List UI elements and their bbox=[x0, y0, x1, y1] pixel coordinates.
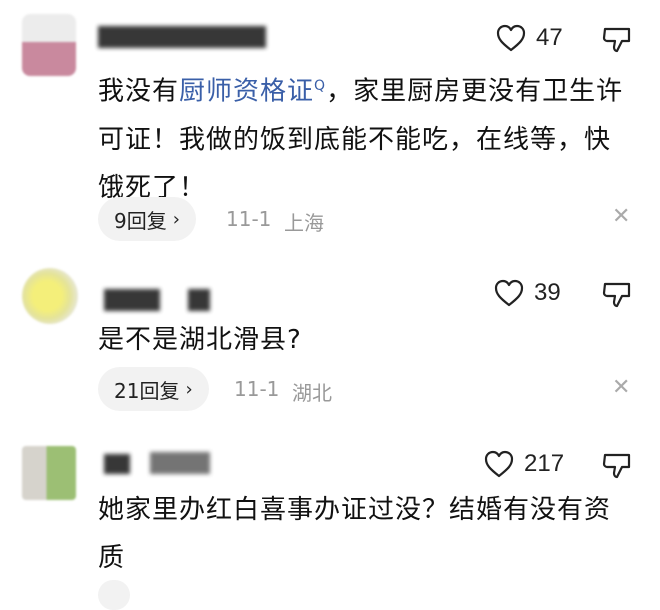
comment-location: 上海 bbox=[284, 211, 324, 235]
like-button[interactable]: 47 bbox=[496, 24, 563, 52]
username[interactable] bbox=[104, 454, 130, 474]
username[interactable] bbox=[104, 289, 160, 311]
close-icon[interactable]: ✕ bbox=[612, 204, 630, 229]
thumbs-down-outline-icon[interactable] bbox=[602, 26, 632, 54]
username-part bbox=[150, 452, 210, 474]
comment-text: 是不是湖北滑县? bbox=[98, 325, 302, 355]
comment-date: 11-1 bbox=[226, 207, 272, 231]
thumbs-down-outline-icon[interactable] bbox=[602, 281, 632, 309]
reply-count-button[interactable]: 21回复 › bbox=[98, 367, 209, 411]
reply-count-button[interactable] bbox=[98, 580, 130, 610]
reply-count-button[interactable]: 9回复 › bbox=[98, 197, 196, 241]
comment-text: 我没有厨师资格证Q，家里厨房更没有卫生许可证！我做的饭到底能不能吃，在线等，快饿… bbox=[98, 76, 624, 203]
comment-date: 11-1 bbox=[234, 377, 280, 401]
avatar[interactable] bbox=[22, 14, 76, 76]
chevron-right-icon: › bbox=[185, 378, 193, 400]
keyword-link[interactable]: 厨师资格证 bbox=[179, 77, 314, 107]
avatar[interactable] bbox=[22, 268, 78, 324]
search-icon[interactable]: Q bbox=[314, 78, 326, 94]
thumbs-down-outline-icon[interactable] bbox=[602, 452, 632, 480]
username[interactable] bbox=[98, 26, 266, 48]
like-button[interactable]: 217 bbox=[484, 450, 564, 478]
username-part bbox=[188, 289, 210, 311]
close-icon[interactable]: ✕ bbox=[612, 375, 630, 400]
like-button[interactable]: 39 bbox=[494, 279, 561, 307]
like-count: 217 bbox=[524, 450, 565, 477]
heart-outline-icon bbox=[484, 450, 514, 478]
avatar[interactable] bbox=[22, 446, 76, 500]
heart-outline-icon bbox=[496, 24, 526, 52]
comment-location: 湖北 bbox=[292, 381, 332, 405]
chevron-right-icon: › bbox=[172, 208, 180, 230]
heart-outline-icon bbox=[494, 279, 524, 307]
like-count: 39 bbox=[534, 279, 561, 306]
like-count: 47 bbox=[536, 24, 563, 51]
comment-text: 她家里办红白喜事办证过没？结婚有没有资质 bbox=[98, 495, 612, 573]
